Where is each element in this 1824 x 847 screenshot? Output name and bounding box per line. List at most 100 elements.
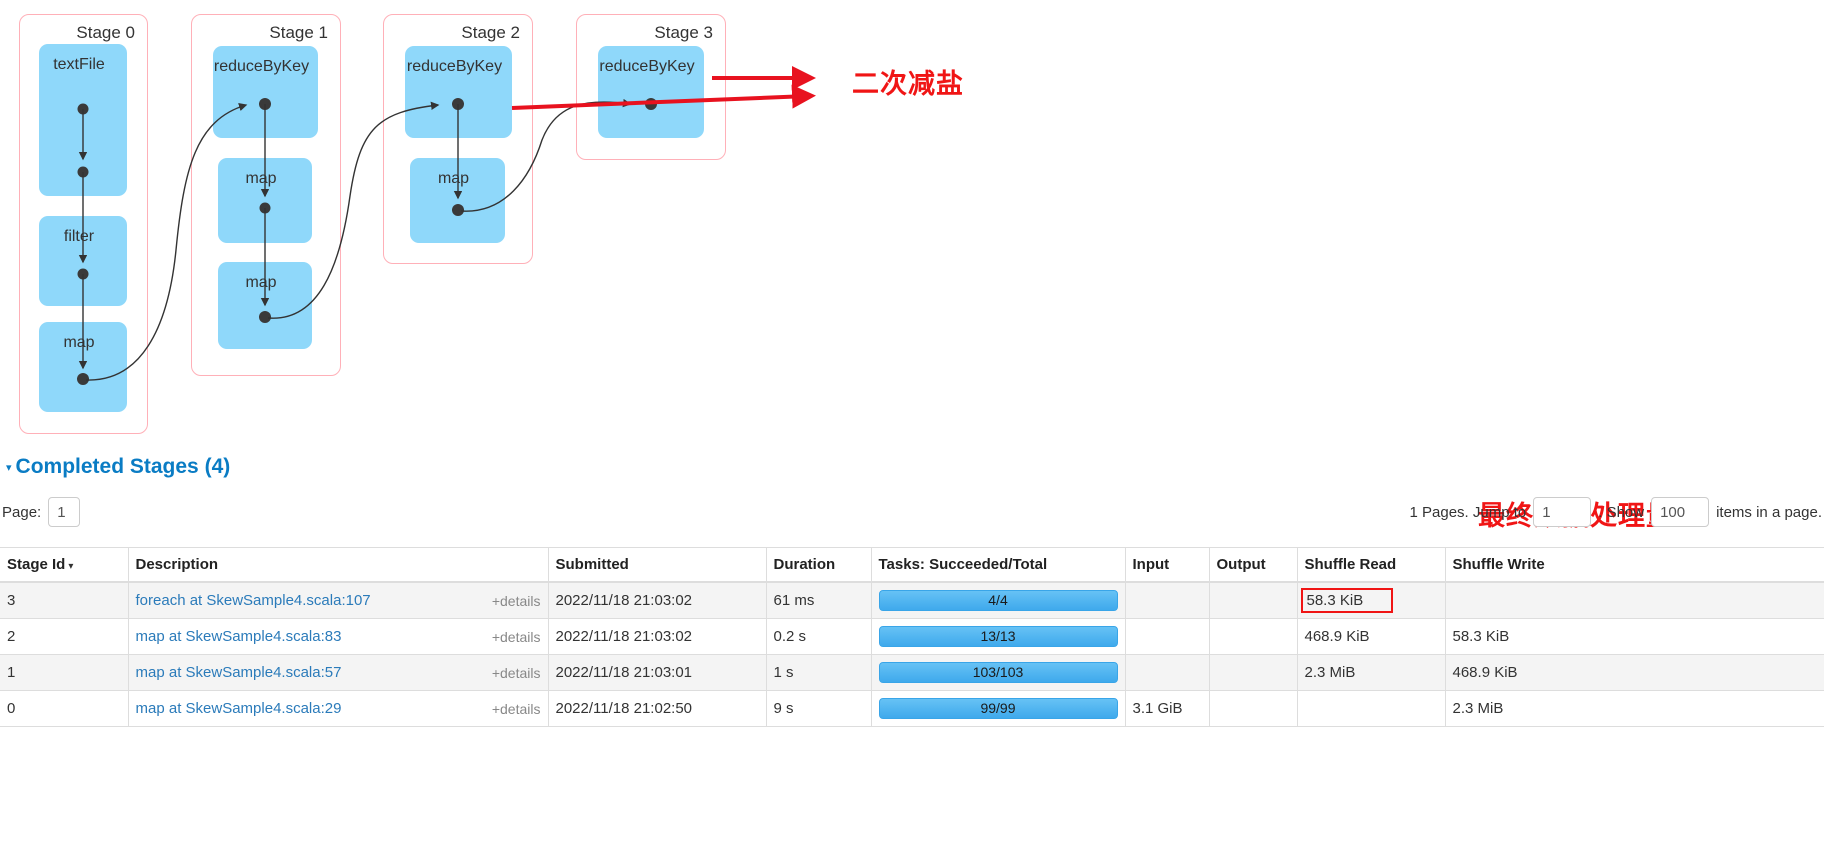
rdd-node-filter[interactable]: filter — [39, 216, 127, 306]
cell-shuffle-write — [1445, 582, 1824, 619]
completed-stages-table: Stage Id ▾ Description Submitted Duration… — [0, 547, 1824, 727]
cell-duration: 1 s — [766, 654, 872, 691]
task-progress-label: 13/13 — [980, 628, 1016, 644]
cell-input: 3.1 GiB — [1125, 690, 1210, 727]
stage-label-2: Stage 2 — [461, 23, 520, 42]
cell-output — [1209, 618, 1298, 655]
col-header-stage-id-label: Stage Id — [7, 556, 66, 573]
rdd-node-map1-s1[interactable]: map — [218, 158, 312, 243]
rdd-label-map-s0: map — [63, 334, 95, 351]
table-row: 3 foreach at SkewSample4.scala:107 +detail… — [0, 582, 1824, 619]
sort-caret-icon: ▾ — [68, 561, 74, 572]
cell-submitted: 2022/11/18 21:03:02 — [548, 582, 767, 619]
stage-label-0: Stage 0 — [76, 23, 135, 42]
stage-description-link[interactable]: map at SkewSample4.scala:83 — [136, 628, 342, 645]
collapse-caret-icon[interactable]: ▾ — [6, 461, 12, 474]
completed-stages-table-body: 3 foreach at SkewSample4.scala:107 +detail… — [0, 582, 1824, 727]
task-progress-label: 4/4 — [988, 592, 1008, 608]
rdd-label-filter: filter — [63, 228, 95, 245]
cell-stage-id: 2 — [0, 618, 129, 655]
rdd-label-reducebykey-s1: reduceByKey — [213, 58, 310, 75]
cell-duration: 0.2 s — [766, 618, 872, 655]
items-per-page-input[interactable]: 100 — [1651, 497, 1710, 527]
task-progress-bar: 4/4 — [878, 590, 1118, 611]
page-input[interactable]: 1 — [48, 497, 81, 527]
cell-shuffle-read: 58.3 KiB — [1297, 582, 1446, 619]
cell-input — [1125, 654, 1210, 691]
details-toggle-link[interactable]: +details — [492, 593, 541, 609]
dag-visualization: Stage 0 textFile filter map Stage 1 redu… — [0, 0, 1824, 460]
col-header-tasks[interactable]: Tasks: Succeeded/Total — [871, 547, 1126, 583]
shuffle-read-highlight-box: 58.3 KiB — [1300, 588, 1394, 613]
task-progress-bar: 103/103 — [878, 662, 1118, 683]
page-controls-left: Page: 1 — [2, 497, 81, 527]
rdd-node-reducebykey-s2[interactable]: reduceByKey — [405, 46, 512, 138]
cell-tasks: 13/13 — [871, 618, 1126, 655]
rdd-node-reducebykey-s1[interactable]: reduceByKey — [213, 46, 318, 138]
rdd-node-map-s2[interactable]: map — [410, 158, 505, 243]
rdd-label-map-s2: map — [437, 170, 470, 187]
table-row: 0 map at SkewSample4.scala:29 +details 2022… — [0, 690, 1824, 727]
rdd-label-reducebykey-s3: reduceByKey — [599, 58, 695, 75]
details-toggle-link[interactable]: +details — [492, 665, 541, 681]
rdd-node-reducebykey-s3[interactable]: reduceByKey — [598, 46, 704, 138]
details-toggle-link[interactable]: +details — [492, 701, 541, 717]
col-header-shuffle-read[interactable]: Shuffle Read — [1297, 547, 1446, 583]
items-in-page-label: items in a page. — [1716, 503, 1822, 521]
jump-to-input[interactable]: 1 — [1533, 497, 1592, 527]
cell-description: map at SkewSample4.scala:29 +details — [128, 690, 549, 727]
details-toggle-link[interactable]: +details — [492, 629, 541, 645]
task-progress-label: 99/99 — [980, 700, 1016, 716]
cell-tasks: 99/99 — [871, 690, 1126, 727]
cell-stage-id: 1 — [0, 654, 129, 691]
cell-tasks: 103/103 — [871, 654, 1126, 691]
cell-shuffle-read: 468.9 KiB — [1297, 618, 1446, 655]
page-controls-right: 1 Pages. Jump to 1 . Show 100 items in a… — [1409, 497, 1822, 527]
cell-stage-id: 0 — [0, 690, 129, 727]
stage-label-3: Stage 3 — [654, 23, 713, 42]
cell-duration: 61 ms — [766, 582, 872, 619]
stage-description-link[interactable]: foreach at SkewSample4.scala:107 — [136, 592, 371, 609]
cell-shuffle-read — [1297, 690, 1446, 727]
task-progress-label: 103/103 — [972, 664, 1024, 680]
cell-shuffle-write: 58.3 KiB — [1445, 618, 1824, 655]
table-header-row: Stage Id ▾ Description Submitted Duration… — [0, 547, 1824, 583]
col-header-duration[interactable]: Duration — [766, 547, 872, 583]
cell-output — [1209, 690, 1298, 727]
cell-submitted: 2022/11/18 21:03:01 — [548, 654, 767, 691]
col-header-shuffle-write[interactable]: Shuffle Write — [1445, 547, 1824, 583]
table-row: 2 map at SkewSample4.scala:83 +details 2022… — [0, 618, 1824, 655]
stage-description-link[interactable]: map at SkewSample4.scala:57 — [136, 664, 342, 681]
spark-ui-stages-page: Stage 0 textFile filter map Stage 1 redu… — [0, 0, 1824, 847]
page-label: Page: — [2, 503, 42, 521]
stage-description-link[interactable]: map at SkewSample4.scala:29 — [136, 700, 342, 717]
table-row: 1 map at SkewSample4.scala:57 +details 2022… — [0, 654, 1824, 691]
col-header-input[interactable]: Input — [1125, 547, 1210, 583]
col-header-submitted[interactable]: Submitted — [548, 547, 767, 583]
cell-description: foreach at SkewSample4.scala:107 +details — [128, 582, 549, 619]
rdd-label-textfile: textFile — [53, 56, 105, 73]
rdd-node-map-s0[interactable]: map — [39, 322, 127, 412]
cell-submitted: 2022/11/18 21:03:02 — [548, 618, 767, 655]
cell-output — [1209, 582, 1298, 619]
rdd-label-map1-s1: map — [245, 170, 277, 187]
show-label: . Show — [1598, 503, 1645, 521]
col-header-stage-id[interactable]: Stage Id ▾ — [0, 547, 129, 583]
cell-output — [1209, 654, 1298, 691]
cell-input — [1125, 618, 1210, 655]
cell-duration: 9 s — [766, 690, 872, 727]
cell-description: map at SkewSample4.scala:57 +details — [128, 654, 549, 691]
rdd-node-textfile[interactable]: textFile — [39, 44, 127, 196]
cell-stage-id: 3 — [0, 582, 129, 619]
cell-submitted: 2022/11/18 21:02:50 — [548, 690, 767, 727]
col-header-description[interactable]: Description — [128, 547, 549, 583]
cell-input — [1125, 582, 1210, 619]
completed-stages-header[interactable]: ▾ Completed Stages (4) — [6, 455, 230, 479]
cell-shuffle-read: 2.3 MiB — [1297, 654, 1446, 691]
task-progress-bar: 99/99 — [878, 698, 1118, 719]
rdd-node-map2-s1[interactable]: map — [218, 262, 312, 349]
annotation-arrow-note: 二次减盐 — [852, 69, 964, 100]
pages-count-label: 1 Pages. Jump to — [1409, 503, 1527, 521]
col-header-output[interactable]: Output — [1209, 547, 1298, 583]
stage-label-1: Stage 1 — [269, 23, 328, 42]
